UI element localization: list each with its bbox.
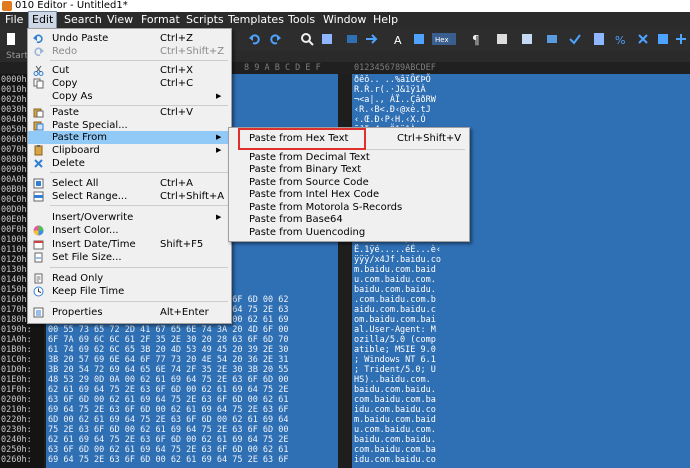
- redo-icon: [34, 47, 44, 57]
- checksum-icon[interactable]: [568, 32, 582, 46]
- menu-insert-color[interactable]: Insert Color...: [28, 224, 231, 237]
- menu-paste-from-intel-hex[interactable]: Paste from Intel Hex Code: [229, 189, 469, 201]
- menu-paste-from-binary-text[interactable]: Paste from Binary Text: [229, 164, 469, 176]
- calculator-icon[interactable]: [592, 32, 606, 46]
- chevron-right-icon: ▶: [216, 92, 222, 100]
- menu-select-all[interactable]: Select All Ctrl+A: [28, 177, 231, 190]
- properties-icon: [33, 307, 44, 318]
- menu-paste-from-uuencoding[interactable]: Paste from Uuencoding: [229, 227, 469, 239]
- menu-copy-as[interactable]: Copy As ▶: [28, 90, 231, 103]
- row-address: 0260h:: [1, 455, 32, 465]
- menu-paste[interactable]: Paste Ctrl+V: [28, 106, 231, 119]
- svg-text:¶: ¶: [472, 33, 480, 46]
- sort-icon[interactable]: [636, 32, 650, 46]
- menu-paste-from-source-code[interactable]: Paste from Source Code: [229, 177, 469, 189]
- menu-separator: [50, 172, 228, 173]
- menu-copy[interactable]: Copy Ctrl+C: [28, 77, 231, 90]
- menu-file[interactable]: File: [2, 12, 26, 28]
- undo-icon[interactable]: [248, 32, 262, 46]
- delete-icon: [34, 159, 43, 168]
- menu-cut[interactable]: Cut Ctrl+X: [28, 64, 231, 77]
- select-all-icon: [33, 178, 44, 189]
- template-icon[interactable]: [520, 32, 534, 46]
- select-range-icon: [33, 191, 44, 202]
- menu-bar: File Edit Search View Format Scripts Tem…: [0, 11, 690, 29]
- menu-search[interactable]: Search: [61, 12, 105, 28]
- menu-keep-file-time[interactable]: Keep File Time: [28, 285, 231, 298]
- chevron-right-icon: ▶: [216, 146, 222, 154]
- paste-special-icon: [33, 121, 44, 131]
- replace-icon[interactable]: [320, 32, 334, 46]
- menu-select-range[interactable]: Select Range... Ctrl+Shift+A: [28, 190, 231, 203]
- font-icon[interactable]: A: [393, 32, 407, 46]
- paragraph-icon[interactable]: ¶: [470, 32, 484, 46]
- percent-icon[interactable]: %: [614, 32, 628, 46]
- hex-mode-icon[interactable]: Hex: [432, 32, 456, 46]
- scissors-icon: [33, 65, 44, 76]
- menu-set-file-size[interactable]: Set File Size...: [28, 251, 231, 264]
- redo-icon[interactable]: [268, 32, 282, 46]
- file-size-icon: [34, 252, 43, 263]
- clipboard-icon: [34, 145, 43, 156]
- chevron-right-icon: ▶: [216, 133, 222, 141]
- menu-clipboard[interactable]: Clipboard ▶: [28, 144, 231, 157]
- menu-templates[interactable]: Templates: [225, 12, 287, 28]
- menu-scripts[interactable]: Scripts: [183, 12, 227, 28]
- menu-redo[interactable]: Redo Ctrl+Shift+Z: [28, 45, 231, 58]
- menu-undo-paste[interactable]: Undo Paste Ctrl+Z: [28, 32, 231, 45]
- edit-as-icon[interactable]: [412, 32, 426, 46]
- menu-tools[interactable]: Tools: [285, 12, 318, 28]
- menu-help[interactable]: Help: [370, 12, 401, 28]
- row-ascii: idu.com.baidu.co: [354, 455, 436, 465]
- calendar-icon: [33, 240, 44, 250]
- menu-insert-date-time[interactable]: Insert Date/Time Shift+F5: [28, 238, 231, 251]
- chevron-right-icon: ▶: [216, 213, 222, 221]
- tab-start[interactable]: Start: [6, 50, 28, 62]
- paste-icon: [33, 108, 44, 118]
- menu-read-only[interactable]: Read Only: [28, 272, 231, 285]
- row-hex-bytes: 69 64 75 2E 63 6F 6D 00 62 61 69 64 75 2…: [48, 455, 289, 465]
- menu-window[interactable]: Window: [320, 12, 369, 28]
- menu-separator: [50, 301, 228, 302]
- svg-text:Hex: Hex: [435, 36, 449, 44]
- copy-icon: [33, 78, 44, 89]
- undo-icon: [33, 34, 43, 44]
- menu-properties[interactable]: Properties Alt+Enter: [28, 306, 231, 319]
- menu-edit[interactable]: Edit: [28, 11, 58, 29]
- menu-format[interactable]: Format: [138, 12, 183, 28]
- menu-separator: [50, 205, 228, 206]
- menu-view[interactable]: View: [104, 12, 136, 28]
- menu-separator: [50, 60, 228, 61]
- app-logo-icon: [2, 1, 12, 11]
- new-file-icon[interactable]: [4, 32, 18, 46]
- replace-all-icon[interactable]: [345, 32, 359, 46]
- color-wheel-icon: [33, 225, 44, 236]
- menu-paste-from-base64[interactable]: Paste from Base64: [229, 214, 469, 226]
- menu-paste-from[interactable]: Paste From ▶: [28, 131, 231, 144]
- bookmark-icon[interactable]: [656, 32, 670, 46]
- svg-text:A: A: [394, 34, 402, 46]
- annotation-highlight-box: [238, 128, 366, 150]
- menu-delete[interactable]: Delete: [28, 157, 231, 170]
- goto-arrow-icon[interactable]: [365, 32, 379, 46]
- read-only-icon: [34, 273, 43, 284]
- script-icon[interactable]: [545, 32, 559, 46]
- edit-menu-dropdown: Undo Paste Ctrl+Z Redo Ctrl+Shift+Z Cut Ctr…: [27, 28, 232, 324]
- menu-paste-from-motorola-srecords[interactable]: Paste from Motorola S-Records: [229, 202, 469, 214]
- add-bookmark-icon[interactable]: [674, 32, 688, 46]
- compare-icon[interactable]: [495, 32, 509, 46]
- menu-separator: [50, 267, 228, 268]
- hex-column-ruler: 8 9 A B C D E F: [244, 63, 321, 73]
- menu-insert-overwrite[interactable]: Insert/Overwrite ▶: [28, 211, 231, 224]
- find-icon[interactable]: [300, 32, 314, 46]
- svg-text:%: %: [615, 34, 625, 46]
- title-bar: 010 Editor - Untitled1*: [0, 0, 690, 12]
- clock-icon: [33, 286, 44, 297]
- hex-row[interactable]: 0260h: 69 64 75 2E 63 6F 6D 00 62 61 69 6…: [0, 454, 690, 466]
- ascii-column-ruler: 0123456789ABCDEF: [354, 63, 436, 73]
- menu-paste-from-decimal-text[interactable]: Paste from Decimal Text: [229, 152, 469, 164]
